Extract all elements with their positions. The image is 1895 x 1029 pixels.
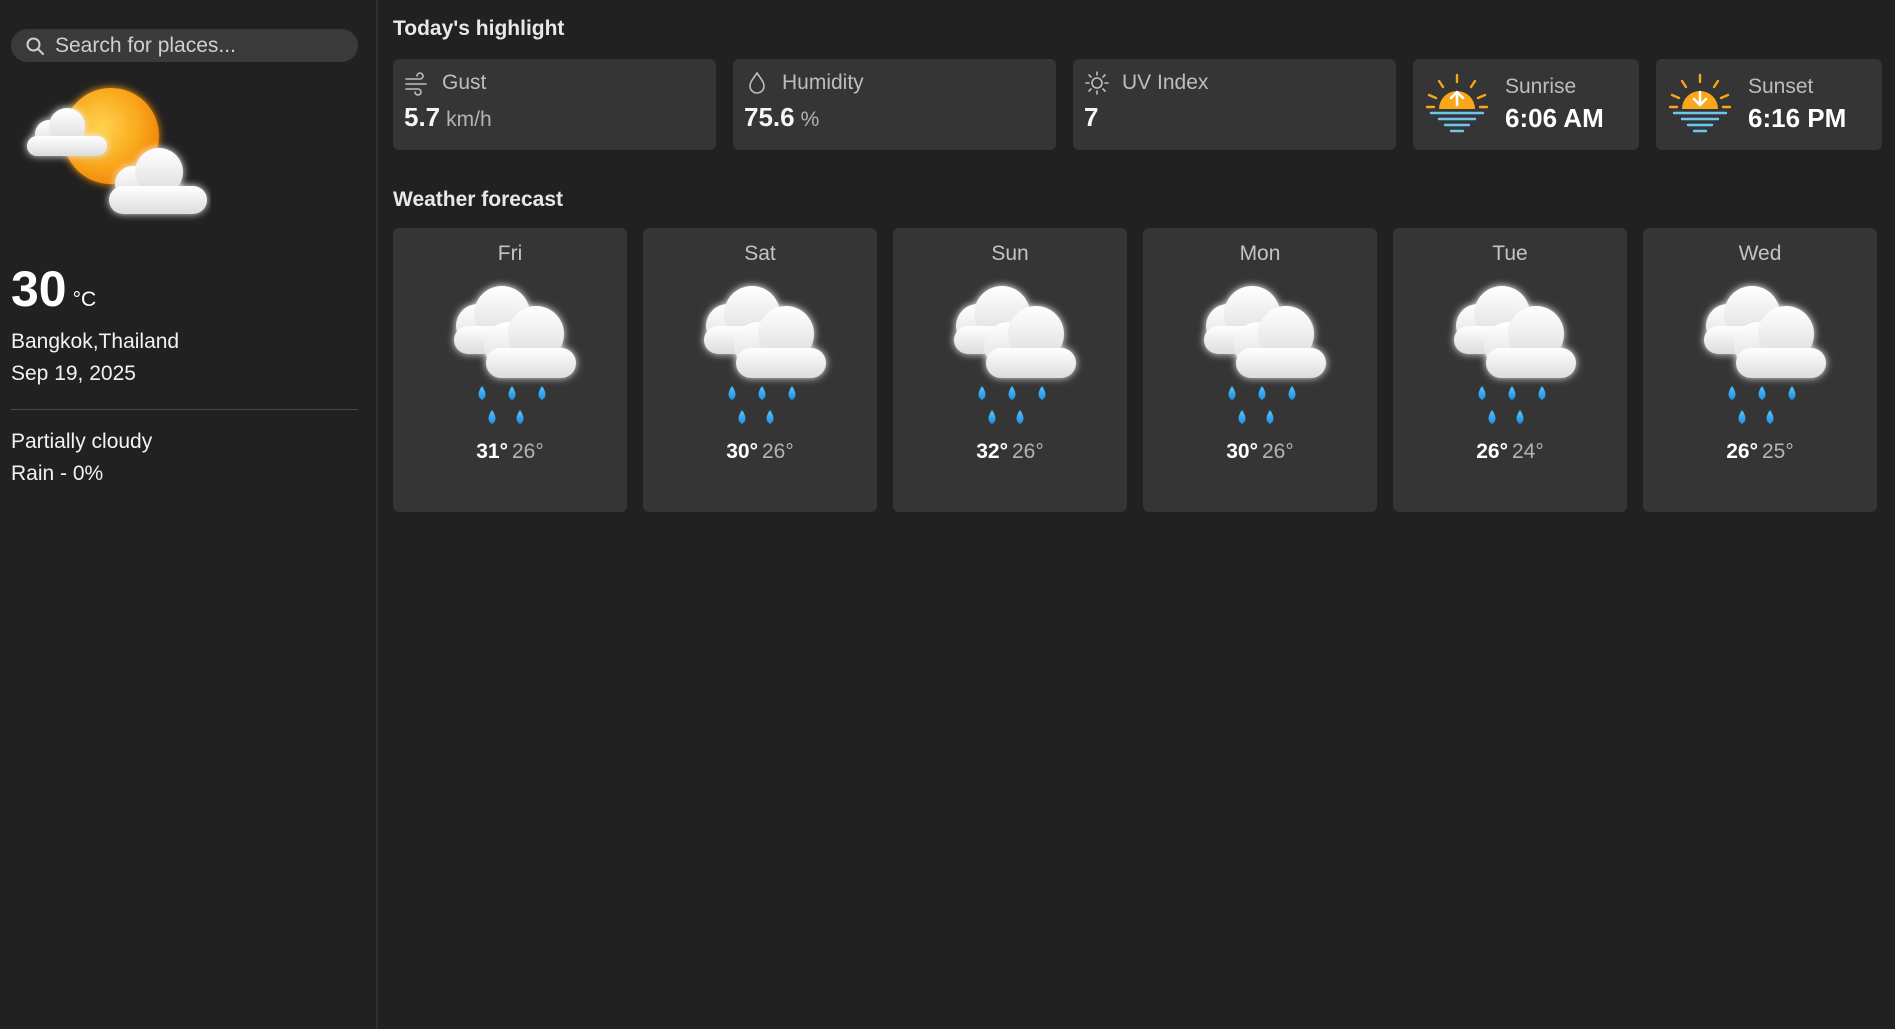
forecast-title: Weather forecast bbox=[393, 188, 564, 211]
uv-index-value: 7 bbox=[1084, 102, 1099, 132]
gust-value: 5.7 bbox=[404, 102, 441, 132]
gust-label: Gust bbox=[442, 71, 487, 94]
forecast-card-wed: Wed 26° 25° bbox=[1643, 228, 1877, 512]
forecast-low: 26° bbox=[512, 440, 544, 463]
forecast-high: 32° bbox=[976, 440, 1008, 463]
forecast-low: 26° bbox=[1012, 440, 1044, 463]
forecast-high: 26° bbox=[1726, 440, 1758, 463]
temperature-value: 30 bbox=[11, 261, 67, 317]
sunrise-time: 6:06 AM bbox=[1505, 103, 1604, 133]
highlights-row: Gust 5.7 km/h Humidity 75.6 % UV Index 7… bbox=[393, 59, 1882, 150]
search-input[interactable] bbox=[55, 33, 344, 58]
rain-cloud-icon bbox=[1430, 278, 1590, 428]
sunset-card: Sunset 6:16 PM bbox=[1656, 59, 1882, 150]
forecast-day: Wed bbox=[1738, 242, 1782, 265]
forecast-card-fri: Fri 31° 26° bbox=[393, 228, 627, 512]
location-label: Bangkok,Thailand bbox=[11, 330, 180, 353]
forecast-day: Tue bbox=[1492, 242, 1528, 265]
gust-unit: km/h bbox=[446, 108, 492, 131]
sun-outline-icon bbox=[1085, 71, 1109, 95]
weather-app: 30 °C Bangkok,Thailand Sep 19, 2025 Part… bbox=[0, 0, 1895, 1029]
forecast-card-sun: Sun 32° 26° bbox=[893, 228, 1127, 512]
sunrise-label: Sunrise bbox=[1505, 75, 1577, 98]
sidebar: 30 °C Bangkok,Thailand Sep 19, 2025 Part… bbox=[0, 0, 378, 1029]
forecast-day: Fri bbox=[497, 242, 523, 265]
sunset-time: 6:16 PM bbox=[1748, 103, 1847, 133]
droplet-icon bbox=[749, 71, 765, 94]
forecast-card-sat: Sat 30° 26° bbox=[643, 228, 877, 512]
uv-index-label: UV Index bbox=[1122, 71, 1209, 94]
sunset-icon bbox=[1668, 73, 1732, 132]
forecast-high: 31° bbox=[476, 440, 508, 463]
rain-cloud-icon bbox=[430, 278, 590, 428]
humidity-card: Humidity 75.6 % bbox=[733, 59, 1056, 150]
forecast-day: Sun bbox=[991, 242, 1029, 265]
wind-icon bbox=[405, 72, 427, 96]
rain-cloud-icon bbox=[1680, 278, 1840, 428]
forecast-day: Sat bbox=[744, 242, 776, 265]
search-bar[interactable] bbox=[11, 29, 358, 62]
main-content: Today's highlight Gust 5.7 km/h Humidity… bbox=[378, 0, 1895, 1029]
humidity-value: 75.6 bbox=[744, 102, 795, 132]
date-label: Sep 19, 2025 bbox=[11, 362, 136, 385]
highlights-title: Today's highlight bbox=[393, 17, 565, 40]
sidebar-divider bbox=[11, 409, 358, 410]
forecast-row: Fri 31° 26° Sat 30° 26° Sun 32° 26° Mon 30°… bbox=[393, 228, 1882, 512]
forecast-card-mon: Mon 30° 26° bbox=[1143, 228, 1377, 512]
current-temperature: 30 °C bbox=[11, 264, 358, 314]
condition-label: Partially cloudy bbox=[11, 430, 153, 453]
humidity-label: Humidity bbox=[782, 71, 864, 94]
temperature-unit: °C bbox=[72, 288, 97, 311]
gust-card: Gust 5.7 km/h bbox=[393, 59, 716, 150]
forecast-high: 30° bbox=[726, 440, 758, 463]
humidity-unit: % bbox=[800, 108, 820, 131]
rain-label: Rain - 0% bbox=[11, 462, 104, 485]
sunrise-icon bbox=[1425, 73, 1489, 132]
sunset-label: Sunset bbox=[1748, 75, 1814, 98]
uv-index-card: UV Index 7 bbox=[1073, 59, 1396, 150]
forecast-day: Mon bbox=[1239, 242, 1281, 265]
forecast-low: 26° bbox=[1262, 440, 1294, 463]
rain-cloud-icon bbox=[680, 278, 840, 428]
forecast-high: 26° bbox=[1476, 440, 1508, 463]
rain-cloud-icon bbox=[1180, 278, 1340, 428]
forecast-card-tue: Tue 26° 24° bbox=[1393, 228, 1627, 512]
forecast-low: 25° bbox=[1762, 440, 1794, 463]
forecast-low: 24° bbox=[1512, 440, 1544, 463]
sun-behind-clouds-icon bbox=[27, 88, 207, 214]
rain-cloud-icon bbox=[930, 278, 1090, 428]
forecast-high: 30° bbox=[1226, 440, 1258, 463]
search-icon bbox=[26, 37, 44, 55]
sunrise-card: Sunrise 6:06 AM bbox=[1413, 59, 1639, 150]
forecast-low: 26° bbox=[762, 440, 794, 463]
